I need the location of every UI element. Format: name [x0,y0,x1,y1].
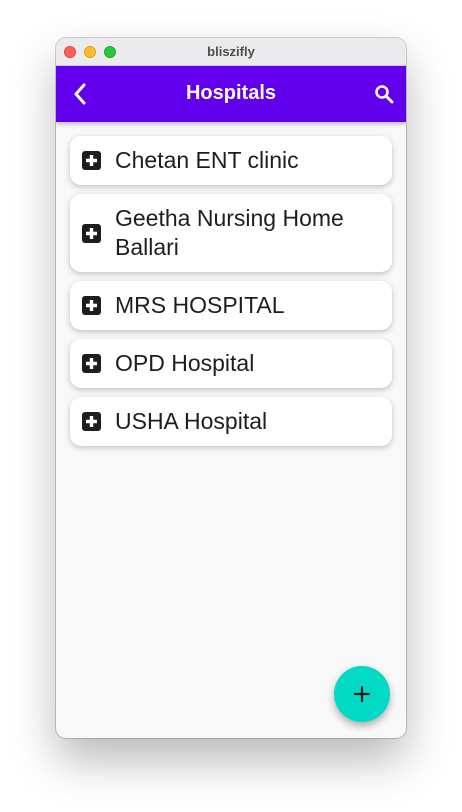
hospital-list-item[interactable]: Geetha Nursing Home Ballari [70,194,392,272]
hospital-list-item[interactable]: OPD Hospital [70,339,392,388]
hospital-name: Chetan ENT clinic [115,147,299,173]
hospital-icon [82,354,101,373]
hospital-icon [82,412,101,431]
window-titlebar: bliszifly [56,38,406,66]
hospital-name: Geetha Nursing Home Ballari [115,205,344,260]
hospital-icon [82,223,101,243]
hospital-list-item[interactable]: MRS HOSPITAL [70,281,392,330]
hospital-icon [82,296,101,315]
app-bar: Hospitals [56,66,406,122]
add-hospital-button[interactable] [334,666,390,722]
app-window: bliszifly Hospitals Chetan ENT clinic Ge… [56,38,406,738]
hospital-name: MRS HOSPITAL [115,292,285,318]
hospital-list-item[interactable]: Chetan ENT clinic [70,136,392,185]
search-button[interactable] [370,80,398,108]
search-icon [375,85,394,104]
hospital-list: Chetan ENT clinic Geetha Nursing Home Ba… [70,136,392,455]
plus-icon [354,686,370,702]
window-title: bliszifly [207,44,255,59]
page-title: Hospitals [185,82,277,104]
hospital-name: OPD Hospital [115,350,255,376]
hospital-name: USHA Hospital [115,408,268,434]
hospital-list-item[interactable]: USHA Hospital [70,397,392,446]
hospital-icon [82,151,101,170]
